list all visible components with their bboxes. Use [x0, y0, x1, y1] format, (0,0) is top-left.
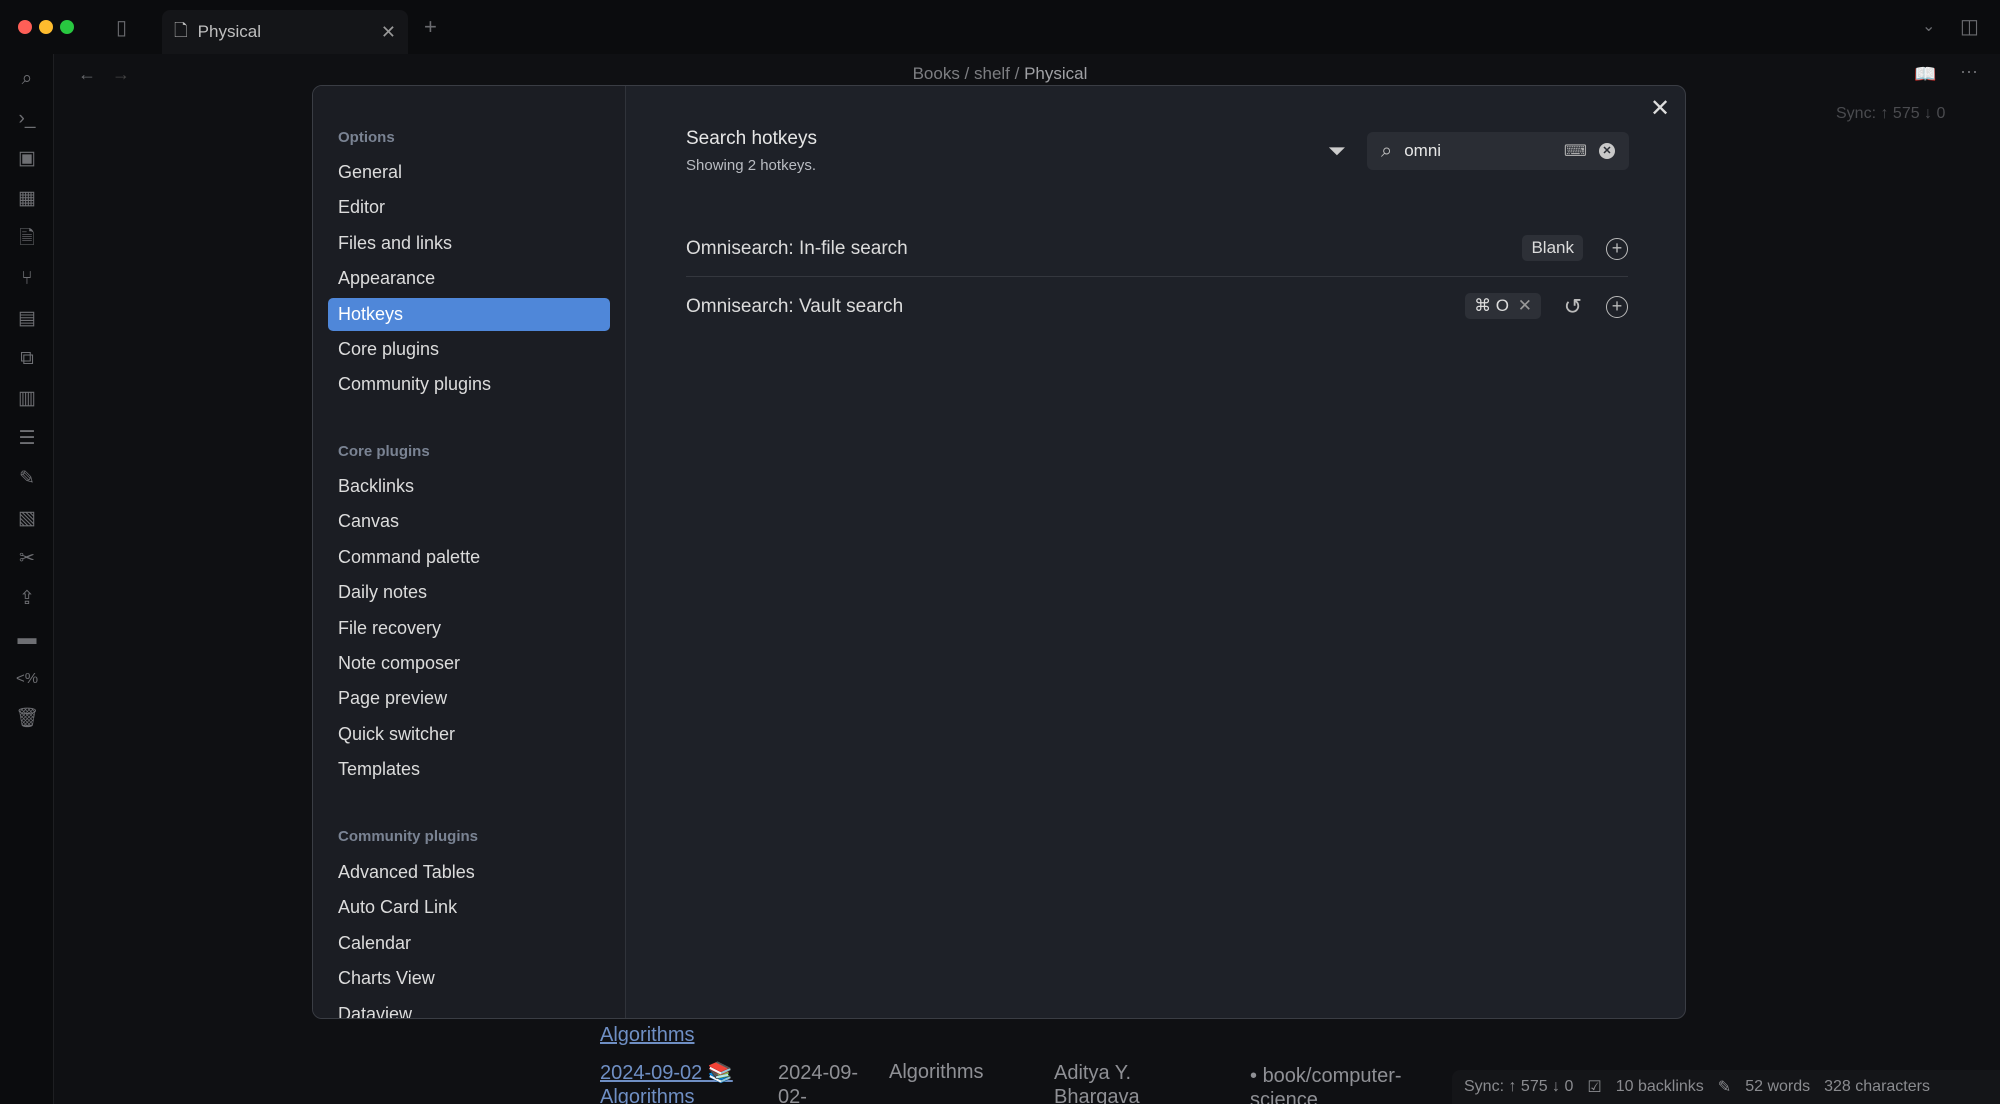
- linter-icon[interactable]: ☑: [1587, 1077, 1601, 1097]
- graph-icon[interactable]: ⑂: [14, 266, 40, 292]
- new-tab-icon[interactable]: +: [424, 14, 437, 40]
- hotkey-name: Omnisearch: Vault search: [686, 296, 904, 317]
- sidebar-item-daily-notes[interactable]: Daily notes: [328, 576, 610, 609]
- breadcrumb-physical[interactable]: Physical: [1024, 64, 1087, 83]
- sidebar-item-editor[interactable]: Editor: [328, 191, 610, 224]
- more-options-icon[interactable]: ⋯: [1960, 62, 1978, 83]
- chevron-down-icon[interactable]: ⌄: [1922, 16, 1935, 36]
- feather-icon[interactable]: ✎: [14, 466, 40, 492]
- add-hotkey-icon[interactable]: +: [1606, 296, 1628, 318]
- search-input[interactable]: ⌕ omni ⌨ ✕: [1367, 132, 1629, 170]
- table-cell-author: Aditya Y. Bhargava: [1054, 1062, 1140, 1104]
- breadcrumb: Books / shelf / Physical: [912, 64, 1088, 83]
- table-cell-date: 2024-09-02-: [778, 1062, 859, 1104]
- status-bar: Sync: ↑ 575 ↓ 0 ☑ 10 backlinks ✎ 52 word…: [1452, 1070, 2000, 1104]
- trash-icon[interactable]: 🗑: [14, 706, 40, 732]
- hotkey-row: Omnisearch: Vault search ⌘ O ✕ ↺ +: [686, 292, 1628, 322]
- edit-icon[interactable]: ✎: [1718, 1077, 1731, 1097]
- right-sidebar-toggle-icon[interactable]: ◫: [1960, 14, 1979, 39]
- copy-icon[interactable]: ⧉: [14, 346, 40, 372]
- filter-icon[interactable]: ⏷: [1328, 138, 1346, 164]
- sidebar-item-backlinks[interactable]: Backlinks: [328, 470, 610, 503]
- close-tab-icon[interactable]: ✕: [381, 22, 396, 43]
- sidebar-item-command-palette[interactable]: Command palette: [328, 541, 610, 574]
- publish-icon[interactable]: ⇪: [14, 586, 40, 612]
- remove-hotkey-icon[interactable]: ✕: [1518, 296, 1532, 315]
- hotkey-binding: Blank: [1522, 235, 1583, 261]
- calendar-icon[interactable]: ▦: [14, 186, 40, 212]
- sidebar-item-advanced-tables[interactable]: Advanced Tables: [328, 856, 610, 889]
- table-cell-tag[interactable]: • book/computer-science: [1250, 1064, 1420, 1104]
- clear-search-icon[interactable]: ✕: [1599, 143, 1615, 159]
- breadcrumb-books[interactable]: Books: [913, 64, 960, 83]
- sidebar-item-appearance[interactable]: Appearance: [328, 262, 610, 295]
- list-icon[interactable]: ☰: [14, 426, 40, 452]
- search-value: omni: [1404, 141, 1442, 160]
- blocks-icon[interactable]: ▤: [14, 306, 40, 332]
- reading-view-icon[interactable]: 📖: [1914, 64, 1936, 85]
- terminal-icon[interactable]: ›_: [14, 106, 40, 132]
- sidebar-item-note-composer[interactable]: Note composer: [328, 647, 610, 680]
- sidebar-item-auto-card-link[interactable]: Auto Card Link: [328, 891, 610, 924]
- table-icon[interactable]: ▥: [14, 386, 40, 412]
- sidebar-item-hotkeys[interactable]: Hotkeys: [328, 297, 610, 331]
- minimize-window-button[interactable]: [39, 20, 53, 34]
- title-bar: ▯ 🗋 Physical ✕ + ⌄ ◫: [0, 0, 2000, 54]
- sidebar-item-general[interactable]: General: [328, 156, 610, 189]
- backlinks-count[interactable]: 10 backlinks: [1616, 1078, 1704, 1096]
- left-ribbon: ⌕ ›_ ▣ ▦ 🗎 ⑂ ▤ ⧉ ▥ ☰ ✎ ▧ ✂ ⇪ ▬ <% 🗑: [0, 54, 54, 1104]
- note-link[interactable]: Algorithms: [600, 1024, 694, 1047]
- sidebar-item-charts-view[interactable]: Charts View: [328, 962, 610, 995]
- close-modal-icon[interactable]: ✕: [1650, 94, 1670, 123]
- sidebar-toggle-icon[interactable]: ▯: [116, 15, 127, 40]
- canvas-icon[interactable]: ▣: [14, 146, 40, 172]
- hotkey-binding: ⌘ O ✕: [1465, 293, 1541, 319]
- section-header-options: Options: [338, 129, 395, 146]
- section-header-core-plugins: Core plugins: [338, 443, 430, 460]
- close-window-button[interactable]: [18, 20, 32, 34]
- settings-modal: Options Core plugins Community plugins G…: [312, 85, 1686, 1019]
- sidebar-item-canvas[interactable]: Canvas: [328, 505, 610, 538]
- tools-icon[interactable]: ✂: [14, 546, 40, 572]
- hotkey-count: Showing 2 hotkeys.: [686, 157, 817, 174]
- search-icon: ⌕: [1381, 139, 1393, 162]
- sidebar-item-files-and-links[interactable]: Files and links: [328, 227, 610, 260]
- page-title: Search hotkeys: [686, 128, 817, 149]
- kanban-icon[interactable]: ▧: [14, 506, 40, 532]
- table-cell-title: Algorithms: [889, 1061, 984, 1083]
- divider: [686, 276, 1628, 277]
- section-header-community-plugins: Community plugins: [338, 828, 478, 845]
- note-link[interactable]: 2024-09-02 📚 Algorithms: [600, 1061, 750, 1104]
- tab-title: Physical: [197, 22, 261, 41]
- hotkey-row: Omnisearch: In-file search Blank +: [686, 234, 1628, 264]
- settings-sidebar: Options Core plugins Community plugins G…: [313, 86, 626, 1018]
- breadcrumb-shelf[interactable]: shelf: [974, 64, 1010, 83]
- file-icon: 🗋: [174, 20, 188, 40]
- file-search-icon[interactable]: 🗎: [14, 226, 40, 252]
- sidebar-item-community-plugins[interactable]: Community plugins: [328, 368, 610, 401]
- sidebar-item-templates[interactable]: Templates: [328, 753, 610, 786]
- sidebar-item-quick-switcher[interactable]: Quick switcher: [328, 718, 610, 751]
- sync-status[interactable]: Sync: ↑ 575 ↓ 0: [1464, 1078, 1573, 1096]
- templater-icon[interactable]: <%: [14, 666, 40, 692]
- sync-status-top: Sync: ↑ 575 ↓ 0: [1836, 105, 1946, 122]
- tab-physical[interactable]: 🗋 Physical ✕: [162, 10, 408, 54]
- sidebar-item-dataview[interactable]: Dataview: [328, 998, 610, 1018]
- restore-default-icon[interactable]: ↺: [1564, 292, 1582, 322]
- archive-icon[interactable]: ▬: [14, 626, 40, 652]
- add-hotkey-icon[interactable]: +: [1606, 238, 1628, 260]
- sidebar-item-file-recovery[interactable]: File recovery: [328, 612, 610, 645]
- maximize-window-button[interactable]: [60, 20, 74, 34]
- hotkey-name: Omnisearch: In-file search: [686, 238, 908, 259]
- keyboard-icon[interactable]: ⌨: [1564, 141, 1587, 161]
- sidebar-item-core-plugins[interactable]: Core plugins: [328, 333, 610, 366]
- sidebar-item-page-preview[interactable]: Page preview: [328, 682, 610, 715]
- sidebar-item-calendar[interactable]: Calendar: [328, 927, 610, 960]
- character-count: 328 characters: [1824, 1078, 1930, 1095]
- word-count: 52 words: [1745, 1078, 1811, 1095]
